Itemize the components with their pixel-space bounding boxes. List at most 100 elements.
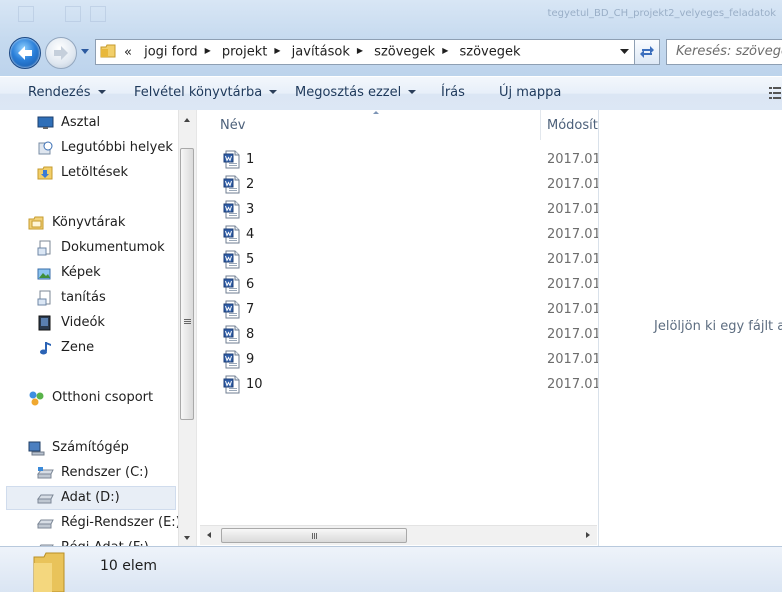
arrow-right-icon xyxy=(54,46,68,60)
file-name: 6 xyxy=(246,277,255,292)
word-document-icon xyxy=(223,175,240,194)
folder-icon xyxy=(100,44,116,58)
file-modified: 2017.01 xyxy=(547,377,599,392)
chevron-right-icon[interactable]: ▶ xyxy=(442,39,448,63)
videos-icon xyxy=(38,315,51,331)
new-folder-button[interactable]: Új mappa xyxy=(499,77,561,110)
breadcrumb-item[interactable]: javítások xyxy=(292,45,350,60)
file-list-hscrollbar[interactable] xyxy=(200,525,597,545)
chevron-right-icon[interactable]: ▶ xyxy=(205,39,211,63)
file-row[interactable]: 7 2017.01 xyxy=(197,298,599,323)
drive-icon xyxy=(37,519,54,529)
file-name: 4 xyxy=(246,227,255,242)
file-name: 1 xyxy=(246,152,255,167)
file-modified: 2017.01 xyxy=(547,327,599,342)
nav-item-label: Számítógép xyxy=(52,440,129,455)
nav-item-label: Régi-Adat (F:) xyxy=(61,537,149,546)
file-name: 10 xyxy=(246,377,263,392)
new-folder-label: Új mappa xyxy=(499,85,562,100)
forward-button[interactable] xyxy=(45,37,77,69)
scroll-thumb[interactable] xyxy=(180,148,194,420)
grip-icon xyxy=(184,319,191,320)
file-row[interactable]: 3 2017.01 xyxy=(197,198,599,223)
preview-message: Jelöljön ki egy fájlt a b xyxy=(654,319,782,334)
address-bar[interactable]: « jogi ford ▶ projekt ▶ javítások ▶ szövege… xyxy=(95,39,635,65)
file-row[interactable]: 5 2017.01 xyxy=(197,248,599,273)
file-row[interactable]: 4 2017.01 xyxy=(197,223,599,248)
file-row[interactable]: 2 2017.01 xyxy=(197,173,599,198)
word-document-icon xyxy=(223,150,240,169)
organize-menu-button[interactable]: Rendezés xyxy=(28,77,106,110)
nav-item-label: Zene xyxy=(61,340,95,355)
scroll-left-icon[interactable] xyxy=(207,532,211,538)
refresh-icon xyxy=(640,46,654,58)
scroll-right-icon[interactable] xyxy=(586,532,590,538)
breadcrumb-item[interactable]: projekt xyxy=(222,45,268,60)
view-options-icon[interactable] xyxy=(768,85,782,101)
word-document-icon xyxy=(223,325,240,344)
column-separator[interactable] xyxy=(540,110,541,140)
preview-pane: Jelöljön ki egy fájlt a b xyxy=(598,110,782,546)
file-row[interactable]: 10 2017.01 xyxy=(197,373,599,398)
word-document-icon xyxy=(223,300,240,319)
desktop-icon xyxy=(37,116,54,129)
breadcrumb-item[interactable]: szövegek xyxy=(374,45,435,60)
scroll-up-icon[interactable] xyxy=(184,118,190,122)
burn-label: Írás xyxy=(441,85,465,100)
nav-item-label: Adat (D:) xyxy=(61,490,120,505)
item-count: 10 elem xyxy=(100,558,158,574)
nav-scrollbar[interactable] xyxy=(178,110,196,546)
file-row[interactable]: 8 2017.01 xyxy=(197,323,599,348)
back-button[interactable] xyxy=(9,37,41,69)
column-header-name[interactable]: Név xyxy=(220,118,245,133)
quick-access-icon xyxy=(65,6,81,22)
file-modified: 2017.01 xyxy=(547,277,599,292)
chevron-right-icon[interactable]: ▶ xyxy=(357,39,363,63)
grip-icon xyxy=(312,533,313,539)
nav-item-label: Képek xyxy=(61,265,101,280)
file-row[interactable]: 9 2017.01 xyxy=(197,348,599,373)
chevron-down-icon[interactable] xyxy=(620,48,629,55)
scroll-down-icon[interactable] xyxy=(184,536,190,540)
breadcrumb-overflow[interactable]: « xyxy=(124,45,132,60)
nav-item-label: Letöltések xyxy=(61,165,129,180)
word-document-icon xyxy=(223,225,240,244)
file-name: 8 xyxy=(246,327,255,342)
include-in-library-button[interactable]: Felvétel könyvtárba xyxy=(134,77,278,110)
breadcrumb-item[interactable]: szövegek xyxy=(460,45,521,60)
nav-item-label: Legutóbbi helyek xyxy=(61,140,173,155)
file-modified: 2017.01 xyxy=(547,252,599,267)
search-placeholder: Keresés: szövegek xyxy=(676,44,782,59)
window-menu-icon xyxy=(18,6,34,22)
search-input[interactable]: Keresés: szövegek xyxy=(666,39,782,65)
file-modified: 2017.01 xyxy=(547,152,599,167)
word-document-icon xyxy=(223,375,240,394)
breadcrumb-item[interactable]: jogi ford xyxy=(144,45,197,60)
pictures-icon xyxy=(37,268,51,280)
share-with-button[interactable]: Megosztás ezzel xyxy=(295,77,417,110)
include-library-label: Felvétel könyvtárba xyxy=(134,85,263,100)
word-document-icon xyxy=(223,250,240,269)
navigation-pane: Asztal Legutóbbi helyek Letöltések Könyv… xyxy=(0,110,178,546)
recent-pages-dropdown-icon[interactable] xyxy=(80,48,90,56)
file-name: 3 xyxy=(246,202,255,217)
scroll-thumb[interactable] xyxy=(221,528,407,543)
computer-icon xyxy=(28,441,45,456)
burn-button[interactable]: Írás xyxy=(441,77,465,110)
file-row[interactable]: 6 2017.01 xyxy=(197,273,599,298)
file-row[interactable]: 1 2017.01 xyxy=(197,148,599,173)
details-pane: 10 elem xyxy=(0,546,782,592)
file-modified: 2017.01 xyxy=(547,177,599,192)
recent-places-icon xyxy=(38,141,53,155)
chevron-right-icon[interactable]: ▶ xyxy=(274,39,280,63)
file-name: 9 xyxy=(246,352,255,367)
file-modified: 2017.01 xyxy=(547,352,599,367)
homegroup-icon xyxy=(29,391,44,406)
file-name: 5 xyxy=(246,252,255,267)
file-list: Név Módosít 1 2017.01 2 2017.01 3 2017.01 4 201… xyxy=(196,110,599,546)
refresh-button[interactable] xyxy=(635,39,660,65)
file-name: 7 xyxy=(246,302,255,317)
nav-item-label: Asztal xyxy=(61,115,101,130)
word-document-icon xyxy=(223,200,240,219)
column-header-modified[interactable]: Módosít xyxy=(547,118,599,133)
